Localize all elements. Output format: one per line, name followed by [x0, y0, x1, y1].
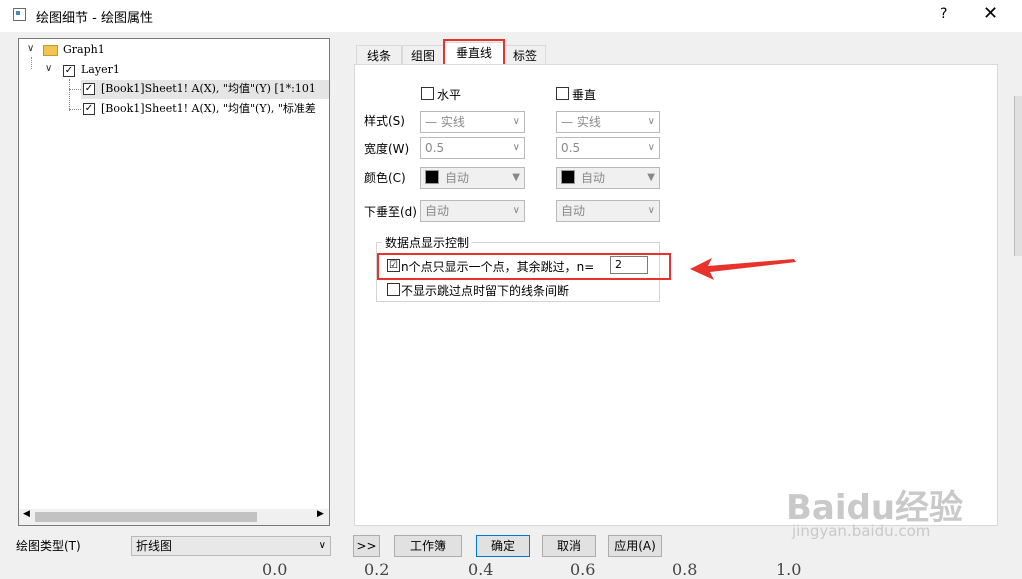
vertical-style-select[interactable]: — 实线 ∨ [556, 111, 660, 133]
drop-to-label: 下垂至(d) [364, 205, 417, 219]
axis-number: 0.6 [570, 560, 596, 579]
group-title: 数据点显示控制 [382, 234, 473, 251]
no-gap-label: 不显示跳过点时留下的线条间断 [401, 284, 570, 298]
tree-item-plot2[interactable]: [Book1]Sheet1! A(X), "均值"(Y), "标准差 [101, 100, 316, 118]
window-title: 绘图细节 - 绘图属性 [36, 11, 153, 26]
cancel-button[interactable]: 取消 [542, 535, 596, 557]
tree-horizontal-scrollbar[interactable]: ◀ ▶ [19, 509, 329, 525]
plot-type-select[interactable]: 折线图 ∨ [131, 536, 331, 556]
color-label: 颜色(C) [364, 171, 406, 185]
chevron-down-icon: ∨ [647, 116, 655, 127]
horizontal-checkbox[interactable] [421, 87, 434, 100]
plot2-checkbox[interactable]: ✓ [83, 103, 95, 115]
help-button[interactable]: ? [940, 6, 947, 22]
tab-labels[interactable]: 标签 [504, 45, 546, 65]
app-icon [13, 8, 26, 21]
horizontal-width-select[interactable]: 0.5 ∨ [420, 137, 525, 159]
layer-checkbox[interactable]: ✓ [63, 65, 75, 77]
color-swatch [425, 170, 439, 184]
collapse-graph-icon[interactable]: ∨ [27, 43, 34, 54]
horizontal-width-value: 0.5 [425, 141, 445, 155]
horizontal-style-value: — 实线 [425, 115, 465, 129]
axis-number: 0.0 [262, 560, 288, 579]
plot-type-label: 绘图类型(T) [16, 539, 81, 553]
vertical-color-select[interactable]: 自动 ▼ [556, 167, 660, 189]
side-strip [1014, 96, 1022, 256]
red-arrow-icon [690, 258, 796, 280]
horizontal-color-select[interactable]: 自动 ▼ [420, 167, 525, 189]
folder-icon [43, 45, 58, 56]
axis-number: 1.0 [776, 560, 802, 579]
tab-group[interactable]: 组图 [402, 45, 444, 65]
horizontal-drop-to-value: 自动 [425, 204, 450, 218]
vertical-width-value: 0.5 [561, 141, 581, 155]
plot1-checkbox[interactable]: ✓ [83, 83, 95, 95]
vertical-width-select[interactable]: 0.5 ∨ [556, 137, 660, 159]
plot-tree: ∨ Graph1 ∨ ✓ Layer1 ✓ [Book1]Sheet1! A(X… [18, 38, 330, 526]
vertical-label: 垂直 [572, 88, 597, 102]
chevron-down-icon: ∨ [647, 205, 655, 216]
vertical-style-value: — 实线 [561, 115, 601, 129]
vertical-checkbox[interactable] [556, 87, 569, 100]
chevron-down-icon: ∨ [512, 142, 520, 153]
chevron-down-icon: ∨ [647, 142, 655, 153]
scroll-right-icon[interactable]: ▶ [317, 509, 324, 519]
tree-item-graph[interactable]: Graph1 [63, 41, 105, 59]
horizontal-label: 水平 [437, 88, 462, 102]
scroll-thumb[interactable] [35, 512, 257, 522]
chevron-down-icon: ∨ [512, 116, 520, 127]
watermark-url: jingyan.baidu.com [792, 522, 931, 540]
tab-lines[interactable]: 线条 [356, 45, 402, 65]
chevron-down-icon: ∨ [512, 205, 520, 216]
tree-item-layer[interactable]: Layer1 [81, 61, 120, 79]
workbook-button[interactable]: 工作簿 [394, 535, 462, 557]
color-swatch [561, 170, 575, 184]
close-button[interactable]: ✕ [983, 4, 998, 24]
style-label: 样式(S) [364, 114, 405, 128]
caret-down-icon: ▼ [512, 172, 520, 183]
expand-button[interactable]: >> [353, 535, 380, 557]
ok-button[interactable]: 确定 [476, 535, 530, 557]
horizontal-style-select[interactable]: — 实线 ∨ [420, 111, 525, 133]
no-gap-checkbox[interactable] [387, 283, 400, 296]
axis-number: 0.4 [468, 560, 494, 579]
horizontal-drop-to-select[interactable]: 自动 ∨ [420, 200, 525, 222]
vertical-color-value: 自动 [581, 171, 606, 185]
caret-down-icon: ▼ [647, 172, 655, 183]
horizontal-color-value: 自动 [445, 171, 470, 185]
axis-number: 0.2 [364, 560, 390, 579]
plot-type-value: 折线图 [136, 539, 173, 553]
title-bar [0, 0, 1022, 32]
vertical-drop-to-select[interactable]: 自动 ∨ [556, 200, 660, 222]
scroll-left-icon[interactable]: ◀ [23, 509, 30, 519]
tree-item-plot1[interactable]: [Book1]Sheet1! A(X), "均值"(Y) [1*:101 [101, 80, 316, 98]
axis-number: 0.8 [672, 560, 698, 579]
vertical-drop-to-value: 自动 [561, 204, 586, 218]
skip-highlight-box [377, 253, 671, 280]
collapse-layer-icon[interactable]: ∨ [45, 63, 52, 74]
apply-button[interactable]: 应用(A) [608, 535, 662, 557]
width-label: 宽度(W) [364, 142, 410, 156]
chevron-down-icon: ∨ [318, 540, 326, 551]
